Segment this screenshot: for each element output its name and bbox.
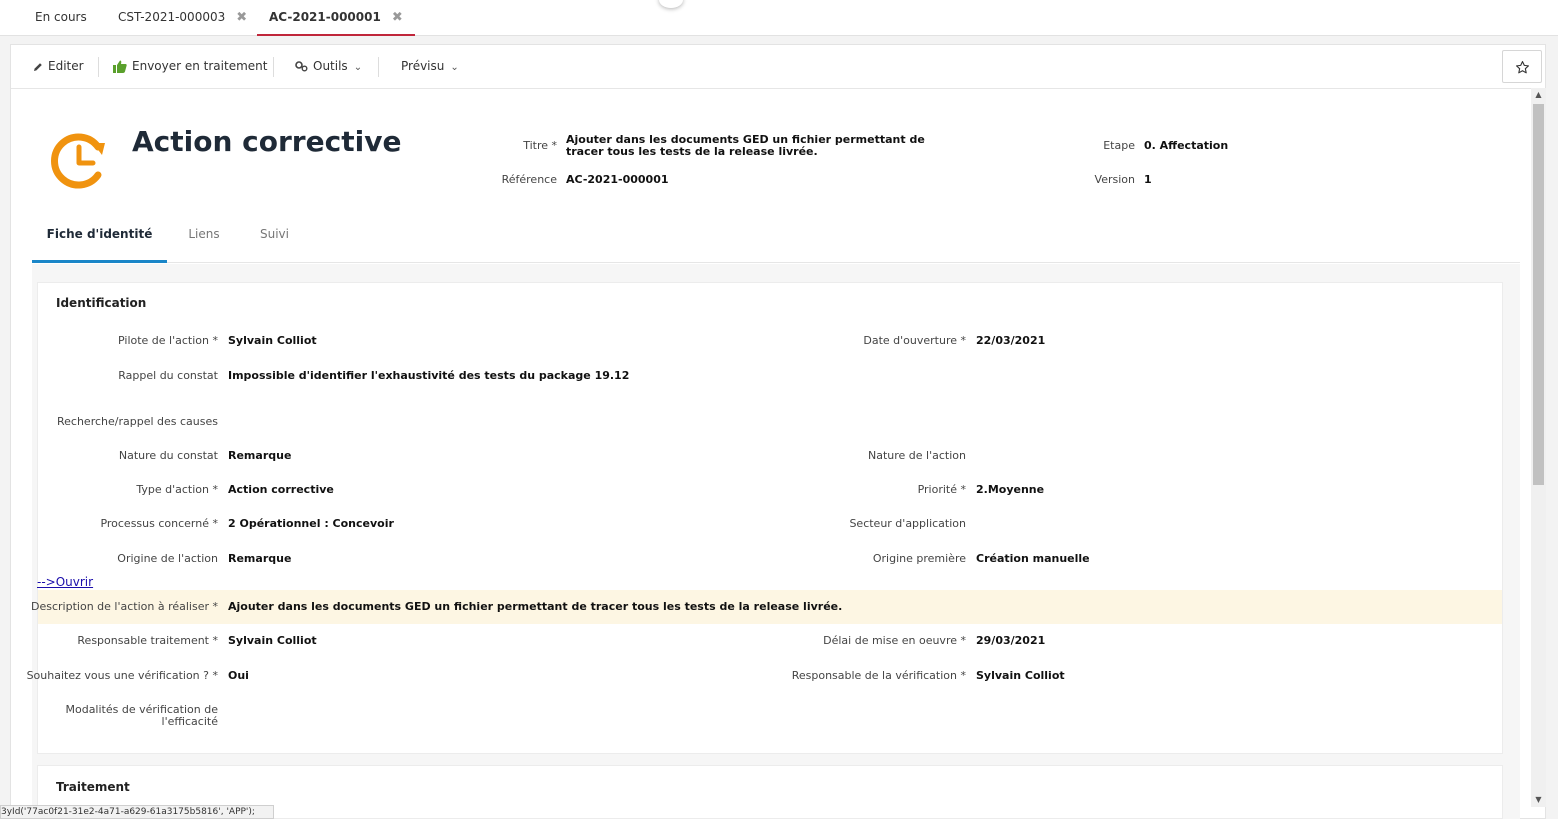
thumbs-up-icon bbox=[113, 60, 127, 73]
titre-value: Ajouter dans les documents GED un fichie… bbox=[566, 133, 925, 158]
tab-cst-2021-000003[interactable]: CST-2021-000003 ✖ bbox=[118, 0, 247, 36]
titre-label: Titre * bbox=[523, 139, 557, 152]
delai-value: 29/03/2021 bbox=[976, 634, 1046, 647]
preview-menu-button[interactable]: Prévisu ⌄ bbox=[401, 45, 459, 89]
edit-button[interactable]: Editer bbox=[33, 45, 84, 89]
preview-label: Prévisu bbox=[401, 59, 445, 73]
tab-label: En cours bbox=[35, 10, 87, 24]
tab-suivi[interactable]: Suivi bbox=[252, 213, 297, 263]
origine-premiere-value: Création manuelle bbox=[976, 552, 1090, 565]
etape-label: Etape bbox=[1103, 139, 1135, 152]
close-icon[interactable]: ✖ bbox=[392, 10, 403, 25]
secteur-label: Secteur d'application bbox=[849, 517, 966, 530]
toolbar-divider bbox=[98, 57, 99, 77]
close-icon[interactable]: ✖ bbox=[236, 10, 247, 25]
edit-label: Editer bbox=[48, 59, 84, 73]
identification-title: Identification bbox=[56, 296, 147, 310]
resp-traitement-value: Sylvain Colliot bbox=[228, 634, 317, 647]
tab-fiche-identite[interactable]: Fiche d'identité bbox=[32, 213, 167, 263]
etape-value: 0. Affectation bbox=[1144, 139, 1229, 152]
resp-verification-label: Responsable de la vérification * bbox=[791, 669, 966, 682]
pencil-icon bbox=[34, 62, 42, 71]
origine-value: Remarque bbox=[228, 552, 292, 565]
processus-label: Processus concerné * bbox=[100, 517, 218, 530]
tools-label: Outils bbox=[313, 59, 348, 73]
date-ouverture-value: 22/03/2021 bbox=[976, 334, 1046, 347]
send-label: Envoyer en traitement bbox=[132, 59, 268, 73]
traitement-title: Traitement bbox=[56, 780, 130, 794]
tab-label: AC-2021-000001 bbox=[269, 10, 381, 24]
reference-label: Référence bbox=[501, 173, 557, 186]
star-icon bbox=[1515, 61, 1529, 74]
reference-value: AC-2021-000001 bbox=[566, 173, 669, 186]
priorite-value: 2.Moyenne bbox=[976, 483, 1045, 496]
resp-verification-value: Sylvain Colliot bbox=[976, 669, 1065, 682]
clock-arrow-icon bbox=[51, 133, 105, 189]
processus-value: 2 Opérationnel : Concevoir bbox=[228, 517, 394, 530]
description-label: Description de l'action à réaliser * bbox=[31, 600, 218, 613]
status-bar-url: 3yId('77ac0f21-31e2-4a71-a629-61a3175b58… bbox=[0, 805, 274, 819]
tab-liens[interactable]: Liens bbox=[179, 213, 229, 263]
version-value: 1 bbox=[1144, 173, 1152, 186]
scroll-up-arrow-icon[interactable]: ▲ bbox=[1531, 88, 1546, 102]
toolbar-divider bbox=[378, 57, 379, 77]
modalites-label-line2: l'efficacité bbox=[161, 715, 218, 728]
page-title: Action corrective bbox=[132, 125, 402, 158]
scroll-down-arrow-icon[interactable]: ▼ bbox=[1531, 793, 1546, 807]
verification-value: Oui bbox=[228, 669, 249, 682]
send-to-processing-button[interactable]: Envoyer en traitement bbox=[113, 45, 267, 89]
tools-menu-button[interactable]: Outils ⌄ bbox=[295, 45, 362, 89]
open-link[interactable]: -->Ouvrir bbox=[37, 575, 93, 589]
type-action-value: Action corrective bbox=[228, 483, 334, 496]
nature-action-label: Nature de l'action bbox=[868, 449, 966, 462]
favorite-button[interactable] bbox=[1502, 50, 1542, 83]
date-ouverture-label: Date d'ouverture * bbox=[863, 334, 966, 347]
verification-label: Souhaitez vous une vérification ? * bbox=[26, 669, 218, 682]
toolbar: Editer Envoyer en traitement Outils ⌄ Pré… bbox=[11, 45, 1545, 89]
origine-premiere-label: Origine première bbox=[872, 552, 966, 565]
toolbar-divider bbox=[273, 57, 274, 77]
nature-constat-label: Nature du constat bbox=[118, 449, 218, 462]
chevron-down-icon: ⌄ bbox=[450, 62, 459, 73]
recherche-label: Recherche/rappel des causes bbox=[57, 415, 218, 428]
section-tabs: Fiche d'identité Liens Suivi bbox=[32, 213, 1520, 263]
priorite-label: Priorité * bbox=[917, 483, 966, 496]
type-action-label: Type d'action * bbox=[136, 483, 218, 496]
vertical-scrollbar[interactable]: ▲ ▼ bbox=[1531, 88, 1546, 807]
pilote-label: Pilote de l'action * bbox=[118, 334, 218, 347]
rappel-value: Impossible d'identifier l'exhaustivité d… bbox=[228, 369, 630, 382]
scroll-thumb[interactable] bbox=[1533, 104, 1544, 485]
gears-icon bbox=[295, 61, 308, 72]
tab-ac-2021-000001[interactable]: AC-2021-000001 ✖ bbox=[257, 0, 415, 36]
rappel-label: Rappel du constat bbox=[118, 369, 218, 382]
version-label: Version bbox=[1094, 173, 1135, 186]
chevron-down-icon: ⌄ bbox=[353, 62, 363, 73]
delai-label: Délai de mise en oeuvre * bbox=[823, 634, 966, 647]
tab-en-cours[interactable]: En cours bbox=[35, 0, 87, 36]
resp-traitement-label: Responsable traitement * bbox=[77, 634, 218, 647]
nature-constat-value: Remarque bbox=[228, 449, 292, 462]
origine-label: Origine de l'action bbox=[117, 552, 218, 565]
tab-label: CST-2021-000003 bbox=[118, 10, 226, 24]
tab-strip: En cours CST-2021-000003 ✖ AC-2021-000001… bbox=[0, 0, 1558, 36]
pilote-value: Sylvain Colliot bbox=[228, 334, 317, 347]
description-value: Ajouter dans les documents GED un fichie… bbox=[228, 600, 843, 613]
